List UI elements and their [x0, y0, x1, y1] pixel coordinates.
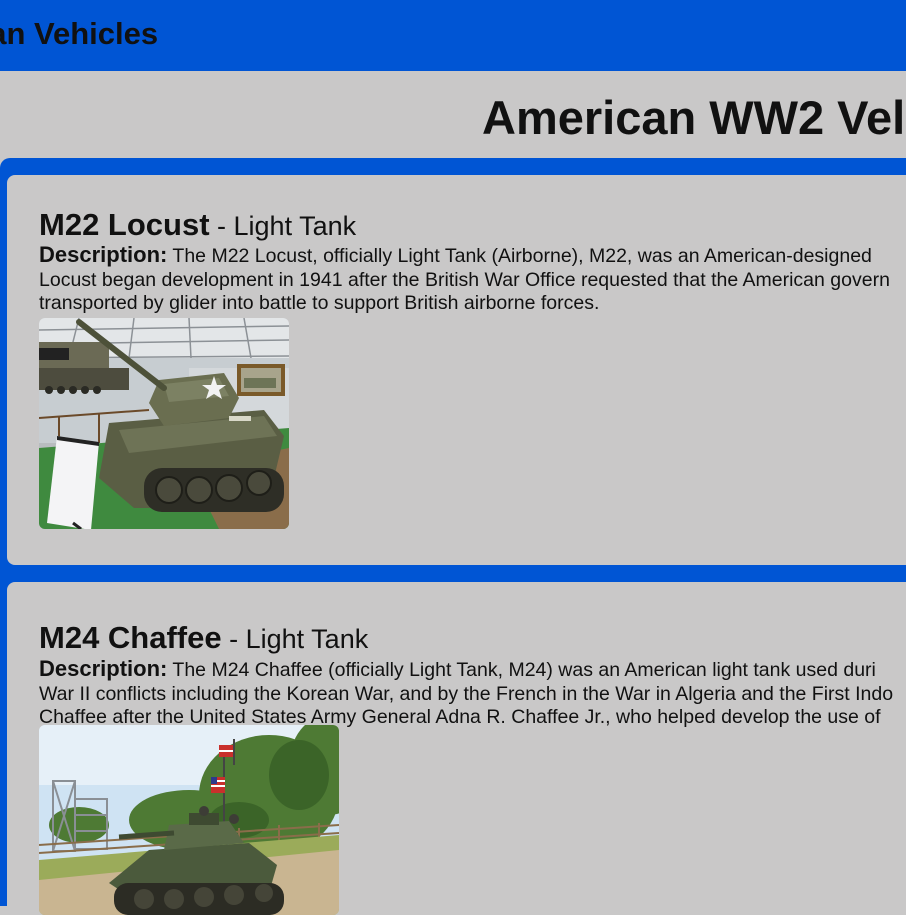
vehicle-name: M22 Locust: [39, 207, 210, 242]
vehicle-type: Light Tank: [233, 211, 357, 241]
vehicle-photo-m22-locust: [39, 318, 289, 529]
description-text-line: War II conflicts including the Korean Wa…: [39, 682, 894, 705]
page-title: American WW2 Vel: [482, 91, 906, 144]
vehicle-photo-m24-chaffee: [39, 725, 339, 915]
top-navbar: can Vehicles: [0, 0, 906, 71]
description-label: Description:: [39, 242, 168, 267]
title-separator: -: [209, 211, 234, 241]
vehicle-card-m22-locust: M22 Locust - Light Tank Description: The…: [7, 175, 906, 565]
vehicle-type: Light Tank: [245, 624, 369, 654]
vehicle-name: M24 Chaffee: [39, 620, 222, 655]
vehicle-title: M24 Chaffee - Light Tank: [39, 620, 368, 656]
description-text-line: The M22 Locust, officially Light Tank (A…: [167, 245, 872, 267]
site-title[interactable]: can Vehicles: [0, 16, 158, 52]
description-text-line: transported by glider into battle to sup…: [39, 292, 600, 314]
description-text-line: The M24 Chaffee (officially Light Tank, …: [167, 659, 876, 681]
vehicle-description: Description: The M22 Locust, officially …: [39, 243, 906, 316]
vehicle-description: Description: The M24 Chaffee (officially…: [39, 657, 906, 730]
title-separator: -: [221, 624, 246, 654]
vehicle-title: M22 Locust - Light Tank: [39, 207, 356, 243]
description-label: Description:: [39, 656, 168, 681]
description-text-line: Locust began development in 1941 after t…: [39, 268, 890, 291]
